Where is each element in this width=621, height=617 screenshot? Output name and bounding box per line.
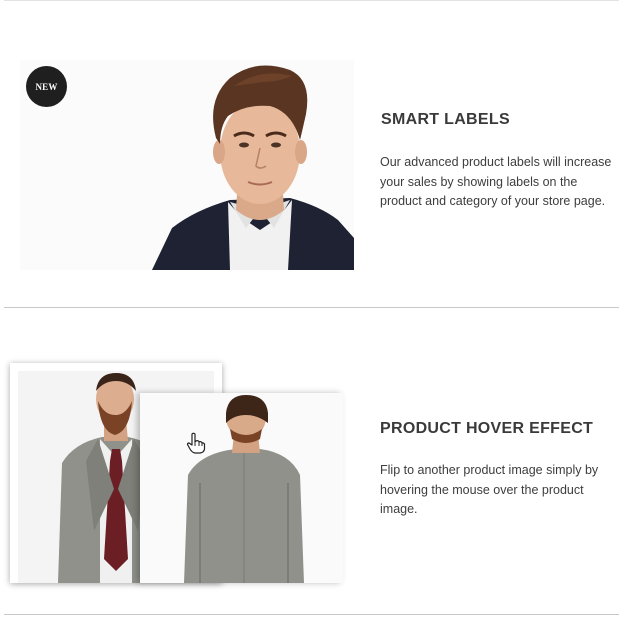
model-back-illustration: [184, 395, 304, 583]
smart-labels-title: SMART LABELS: [381, 111, 510, 128]
section-divider: [4, 307, 619, 308]
model-portrait-illustration: [152, 65, 354, 270]
product-hover-description: Flip to another product image simply by …: [380, 461, 598, 520]
product-hover-description-line: Flip to another product image simply by: [380, 463, 599, 477]
smart-labels-description-line: your sales by showing labels on the: [380, 174, 578, 189]
new-label-badge: NEW: [26, 66, 67, 107]
hand-pointer-icon: [186, 432, 206, 454]
product-hover-description-line: image.: [380, 502, 418, 516]
top-divider: [4, 0, 619, 1]
product-image-back-card[interactable]: [140, 393, 343, 583]
smart-labels-description: Our advanced product labels will increas…: [380, 153, 611, 212]
product-hover-title: PRODUCT HOVER EFFECT: [380, 420, 594, 437]
product-hover-description-line: hovering the mouse over the product: [380, 482, 584, 497]
bottom-divider: [4, 614, 619, 615]
smart-labels-description-line: Our advanced product labels will increas…: [380, 155, 612, 169]
smart-labels-description-line: product and category of your store page.: [380, 194, 606, 208]
smart-labels-product-image[interactable]: NEW: [20, 60, 354, 270]
